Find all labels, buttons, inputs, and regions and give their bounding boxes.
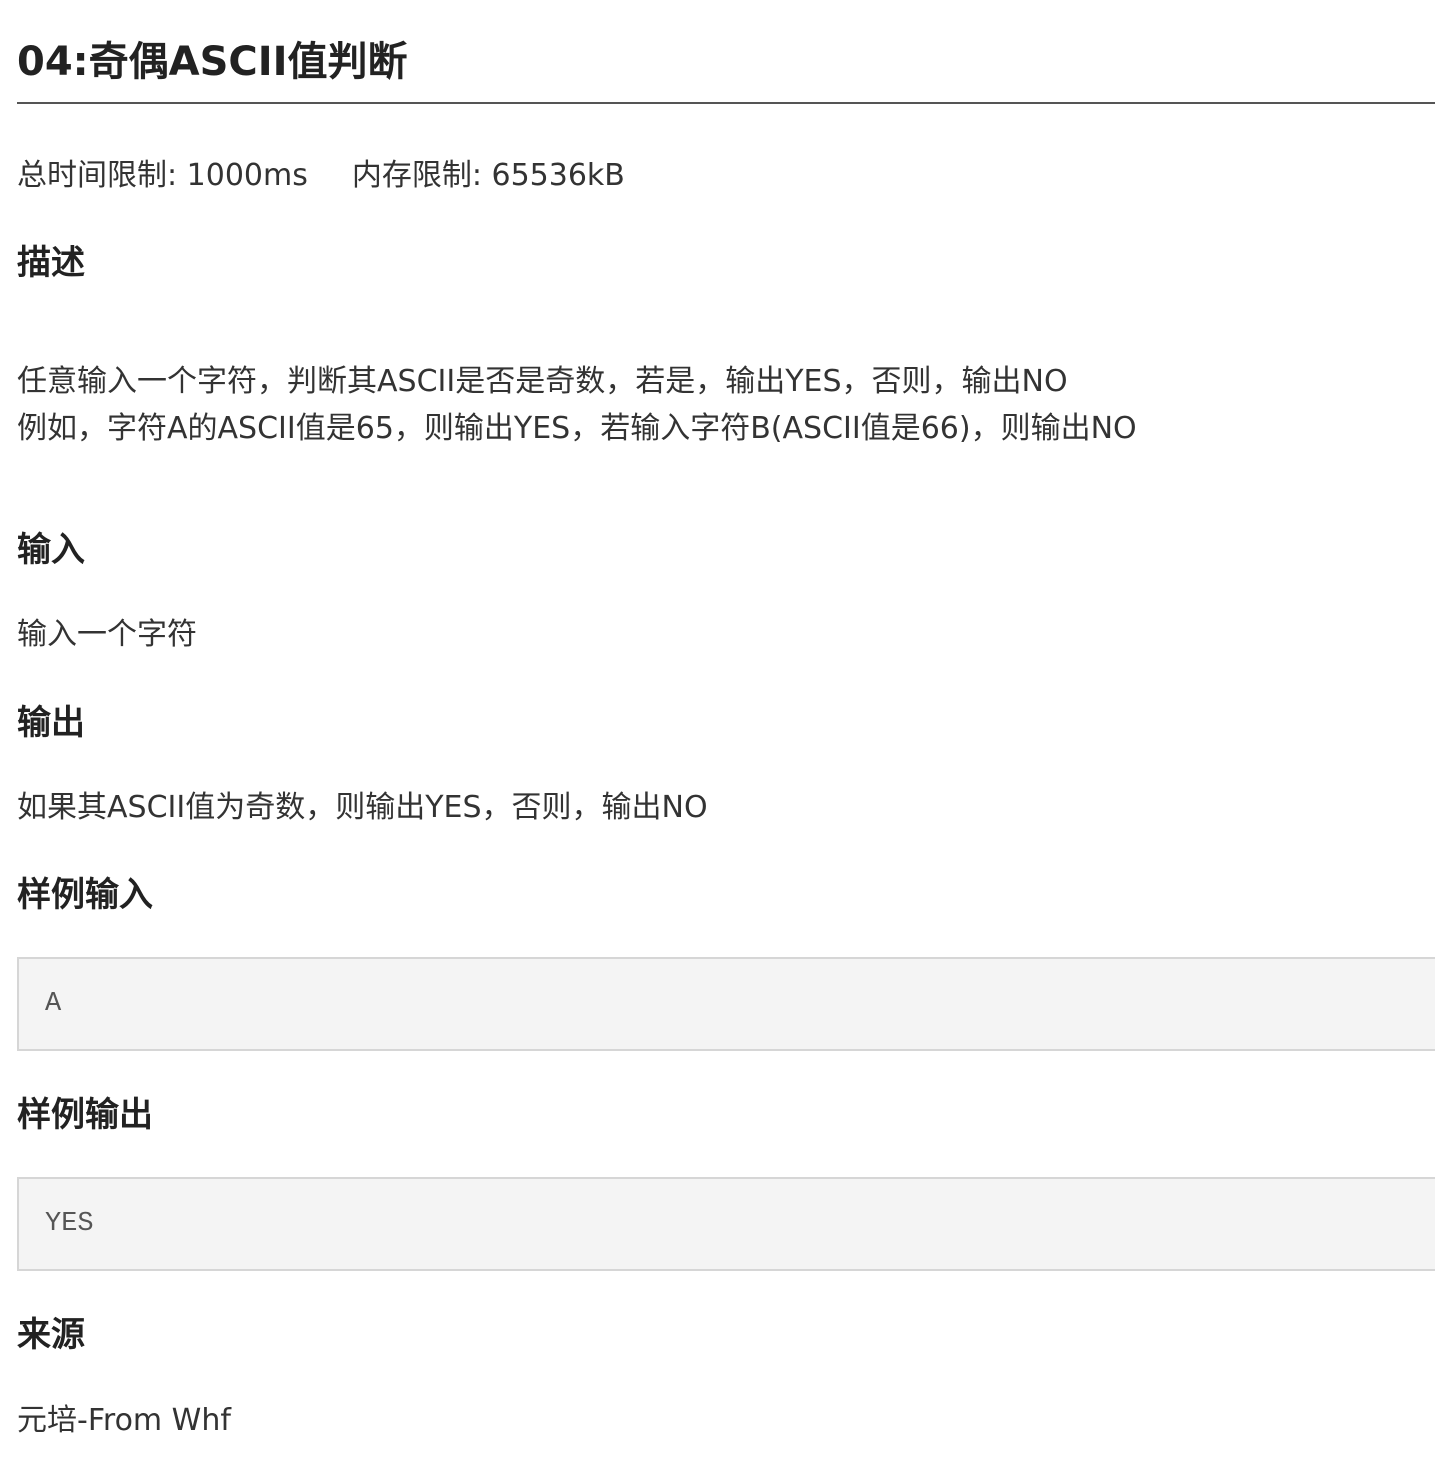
sample-input-content: A (45, 989, 62, 1019)
title-divider (17, 102, 1435, 104)
source-text: 元培-From Whf (17, 1403, 231, 1438)
sample-output-heading: 样例输出 (17, 1095, 153, 1135)
description-heading: 描述 (17, 243, 85, 283)
page-title: 04:奇偶ASCII值判断 (17, 39, 408, 85)
description-line-1: 任意输入一个字符，判断其ASCII是否是奇数，若是，输出YES，否则，输出NO (17, 364, 1068, 399)
output-text: 如果其ASCII值为奇数，则输出YES，否则，输出NO (17, 790, 708, 825)
memory-limit: 内存限制: 65536kB (351, 158, 625, 193)
description-line-2: 例如，字符A的ASCII值是65，则输出YES，若输入字符B(ASCII值是66… (17, 411, 1137, 446)
time-limit: 总时间限制: 1000ms (17, 158, 308, 193)
limits-line: 总时间限制: 1000ms 内存限制: 65536kB (17, 154, 625, 198)
input-heading: 输入 (17, 530, 85, 570)
sample-input-heading: 样例输入 (17, 875, 153, 915)
sample-input-box: A (17, 957, 1435, 1051)
input-text: 输入一个字符 (17, 617, 197, 652)
source-heading: 来源 (17, 1315, 85, 1355)
sample-output-content: YES (45, 1209, 94, 1239)
sample-output-box: YES (17, 1177, 1435, 1271)
output-heading: 输出 (17, 703, 85, 743)
